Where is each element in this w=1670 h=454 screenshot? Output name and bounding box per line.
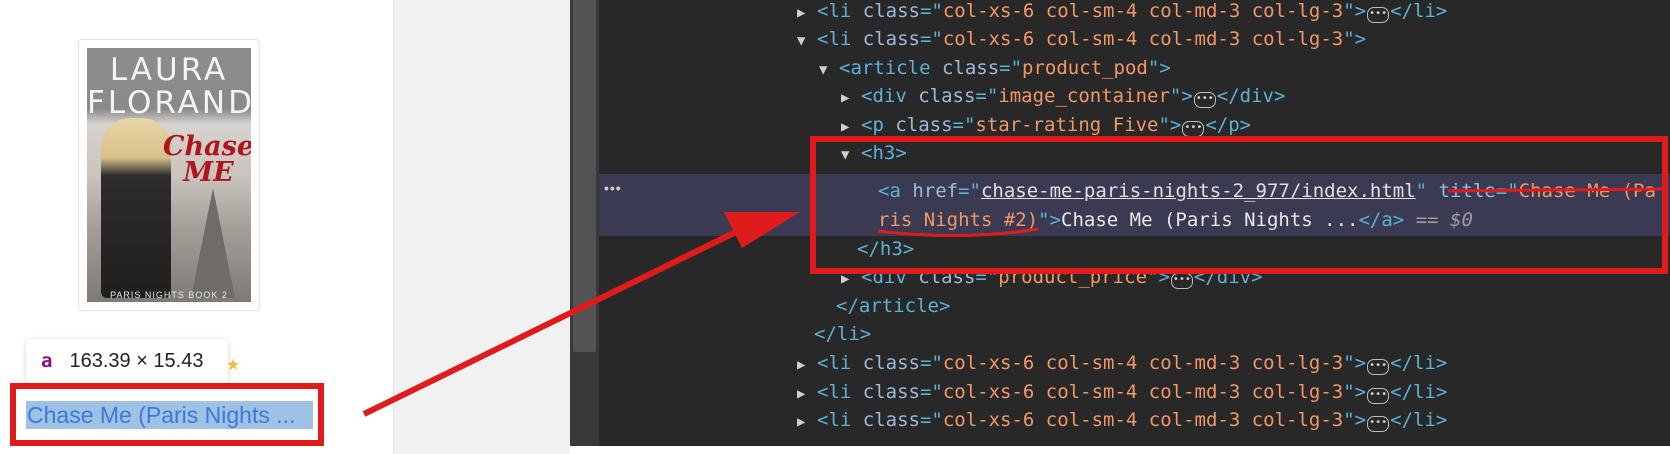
annotation-underline-title: [1447, 187, 1669, 193]
annotation-arrow-line: [362, 227, 742, 417]
annotation-underline-title-cont: [877, 227, 1039, 238]
annotation-arrow-head: [724, 212, 800, 248]
annotation-layer: [362, 187, 1669, 417]
